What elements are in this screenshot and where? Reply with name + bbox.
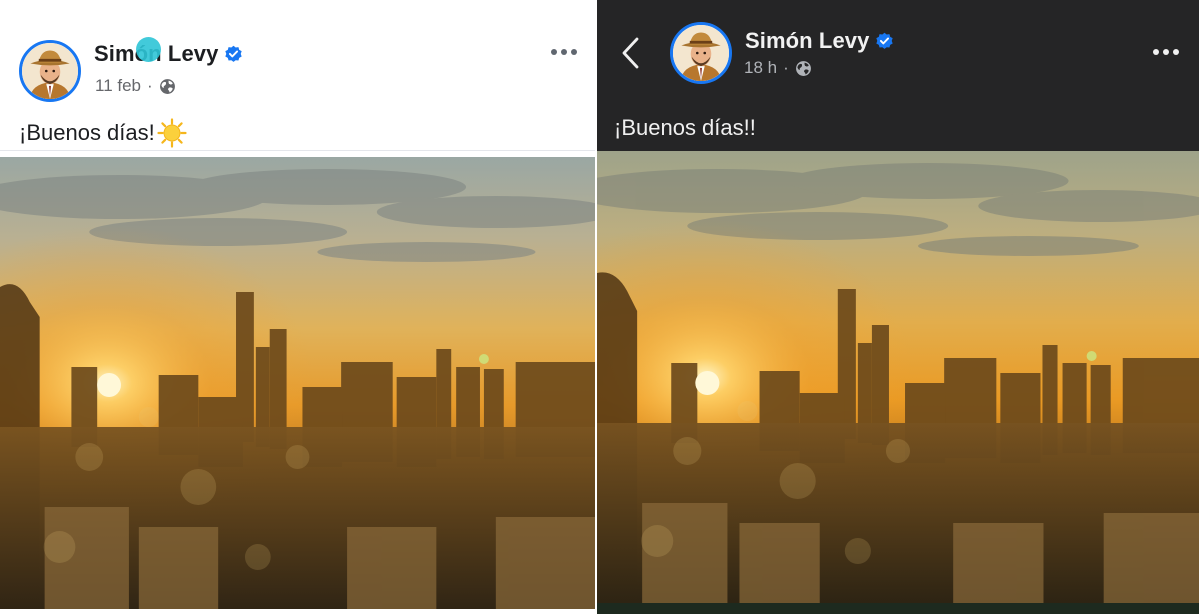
touch-indicator (136, 37, 161, 62)
more-options-icon[interactable] (551, 49, 577, 55)
post-text: ¡Buenos días!! (614, 115, 756, 140)
sun-emoji-icon (157, 118, 187, 148)
author-name-row: Simón Levy (745, 28, 894, 54)
globe-icon (159, 78, 176, 95)
bottom-edge (0, 609, 595, 614)
post-meta: 11 feb · (95, 76, 176, 96)
more-options-icon[interactable] (1153, 49, 1179, 55)
author-name[interactable]: Simón Levy (745, 28, 869, 54)
post-photo[interactable] (0, 157, 595, 609)
author-avatar[interactable] (670, 22, 732, 84)
globe-icon (795, 60, 812, 77)
verified-badge-icon (875, 32, 894, 51)
verified-badge-icon (224, 45, 243, 64)
post-text: ¡Buenos días! (19, 118, 187, 148)
post-meta: 18 h · (744, 58, 812, 78)
post-timestamp[interactable]: 18 h (744, 58, 777, 78)
back-chevron-icon[interactable] (619, 36, 643, 70)
post-timestamp[interactable]: 11 feb (95, 76, 141, 96)
right-post-panel: Simón Levy 18 h · ¡Buenos días!! (597, 0, 1199, 614)
author-avatar[interactable] (19, 40, 81, 102)
meta-separator: · (783, 58, 789, 77)
header-divider (0, 150, 595, 151)
post-text-content: ¡Buenos días! (19, 120, 155, 145)
left-post-panel: Simón Levy 11 feb · ¡Buenos días! (0, 0, 595, 614)
post-photo[interactable] (597, 151, 1199, 603)
bottom-bar (597, 603, 1199, 614)
meta-separator: · (147, 76, 153, 95)
author-name-row: Simón Levy (94, 41, 243, 67)
